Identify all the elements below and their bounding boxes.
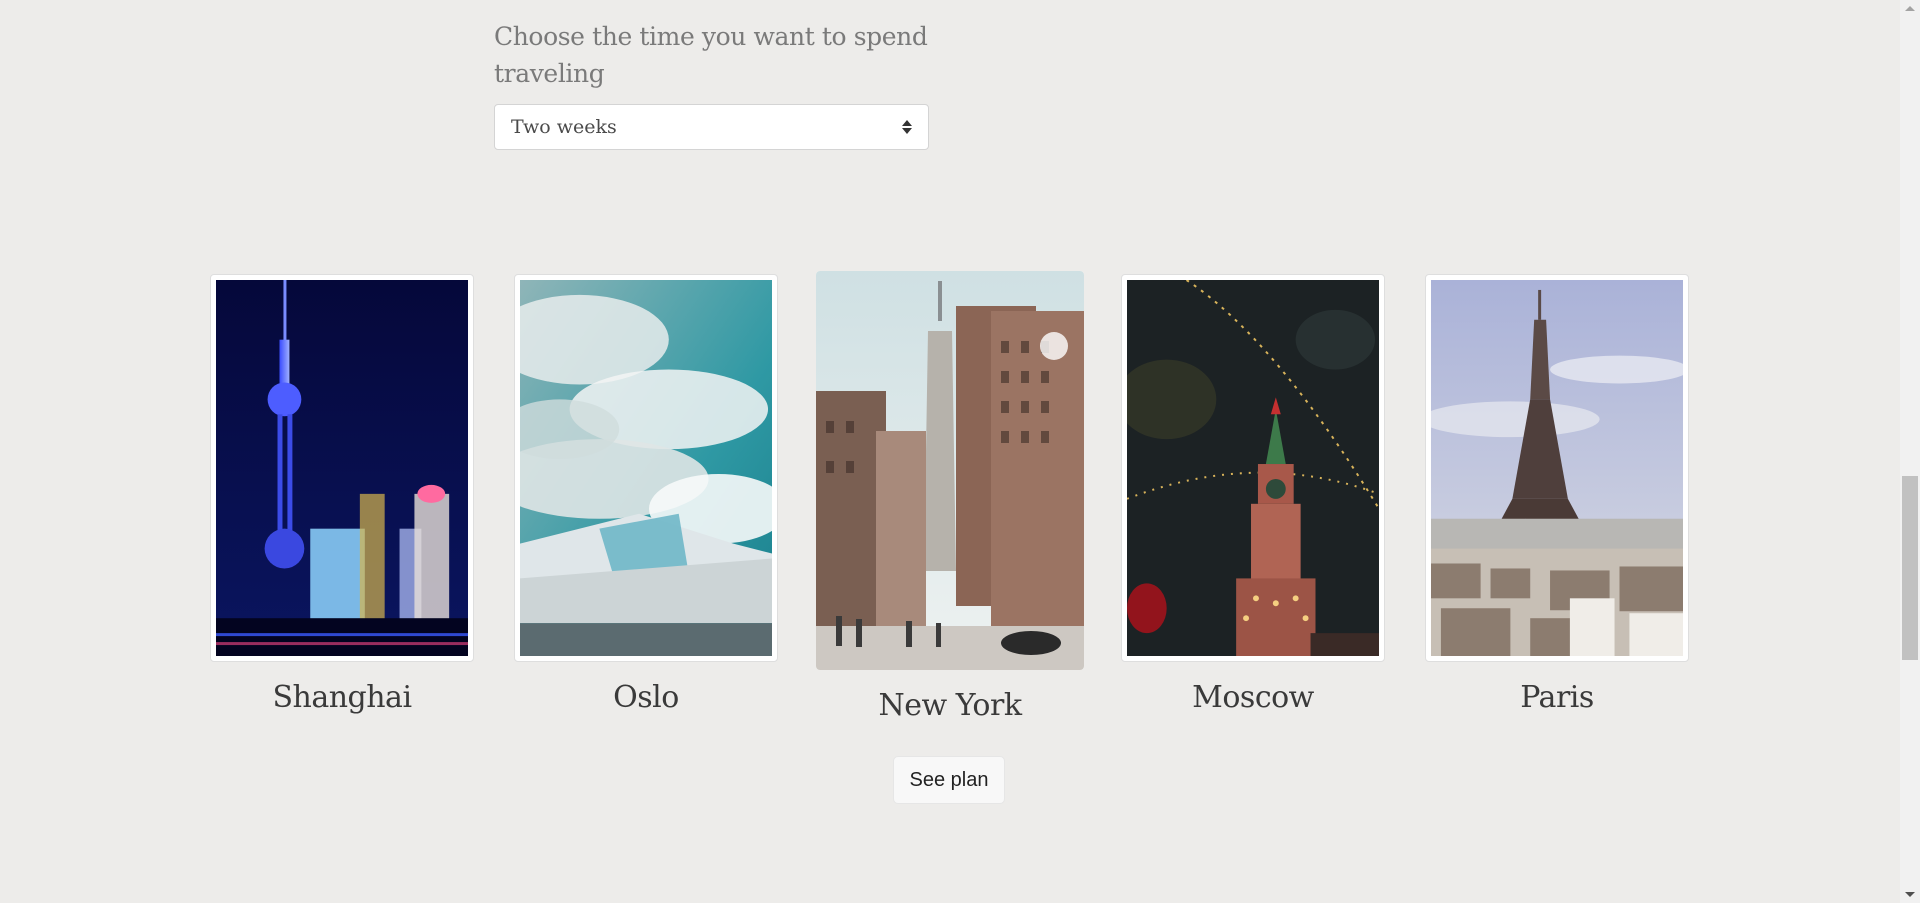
vertical-scrollbar[interactable] <box>1900 0 1920 903</box>
city-photo-frame <box>1121 274 1385 662</box>
city-card-paris[interactable]: Paris <box>1425 274 1689 724</box>
city-photo-frame <box>816 271 1084 670</box>
paris-eiffel-tower-photo <box>1431 280 1683 656</box>
select-arrows-icon <box>902 119 912 135</box>
city-name: Moscow <box>1192 680 1314 715</box>
see-plan-button[interactable]: See plan <box>893 756 1005 804</box>
scroll-up-arrow-icon[interactable] <box>1905 6 1915 11</box>
city-name: Paris <box>1520 680 1594 715</box>
scrollbar-thumb[interactable] <box>1902 476 1918 660</box>
duration-select[interactable]: Two weeks <box>494 104 929 150</box>
city-photo-frame <box>514 274 778 662</box>
page: Choose the time you want to spend travel… <box>0 0 1900 903</box>
city-card-oslo[interactable]: Oslo <box>514 274 778 724</box>
new-york-street-photo <box>816 271 1084 670</box>
duration-label: Choose the time you want to spend travel… <box>494 22 928 88</box>
scroll-down-arrow-icon[interactable] <box>1905 892 1915 897</box>
city-card-shanghai[interactable]: Shanghai <box>210 274 474 724</box>
oslo-opera-house-photo <box>520 280 772 656</box>
city-name: New York <box>878 688 1023 723</box>
city-photo-frame <box>210 274 474 662</box>
moscow-kremlin-tower-photo <box>1127 280 1379 656</box>
city-name: Oslo <box>613 680 679 715</box>
city-name: Shanghai <box>272 680 412 715</box>
city-photo-frame <box>1425 274 1689 662</box>
duration-select-value: Two weeks <box>511 116 617 138</box>
shanghai-skyline-photo <box>216 280 468 656</box>
city-card-new-york[interactable]: New York <box>816 271 1084 731</box>
city-card-moscow[interactable]: Moscow <box>1121 274 1385 724</box>
